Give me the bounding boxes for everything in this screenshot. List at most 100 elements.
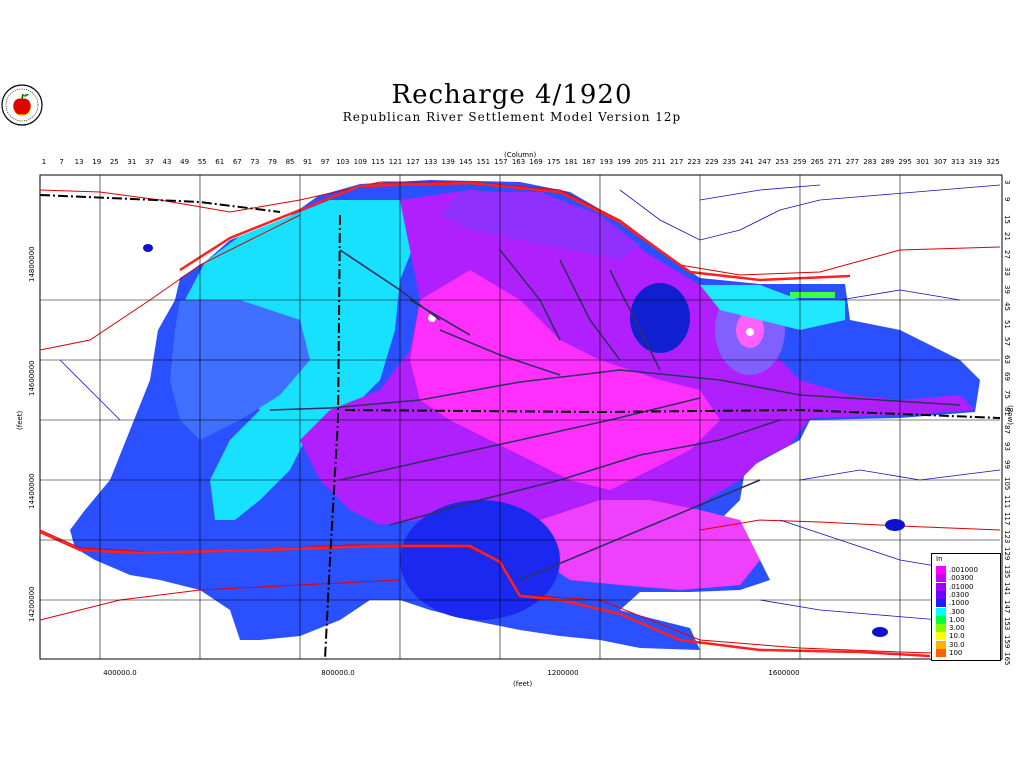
legend-item: .01000 bbox=[936, 582, 998, 591]
legend-swatch bbox=[936, 574, 946, 583]
row-tick: 9 bbox=[1003, 197, 1011, 202]
row-tick: 75 bbox=[1003, 389, 1011, 399]
column-tick: 277 bbox=[845, 158, 860, 166]
legend-item: 1.00 bbox=[936, 615, 998, 624]
column-tick: 121 bbox=[388, 158, 403, 166]
column-tick: 169 bbox=[529, 158, 543, 166]
column-tick: 193 bbox=[599, 158, 614, 166]
x-tick: 1600000 bbox=[768, 669, 800, 677]
reservoir-south bbox=[872, 627, 888, 637]
legend-item: .0300 bbox=[936, 590, 998, 599]
recharge-map bbox=[39, 174, 1003, 660]
column-tick: 217 bbox=[669, 158, 684, 166]
x-tick: 1200000 bbox=[547, 669, 579, 677]
column-tick: 313 bbox=[951, 158, 965, 166]
green-patch bbox=[790, 292, 835, 298]
legend-label: 10.0 bbox=[949, 632, 965, 641]
column-tick: 19 bbox=[92, 158, 102, 166]
column-tick: 109 bbox=[353, 158, 368, 166]
legend-item: 30.0 bbox=[936, 640, 998, 649]
row-tick: 123 bbox=[1003, 529, 1011, 543]
row-tick: 87 bbox=[1003, 424, 1011, 434]
row-tick: 69 bbox=[1003, 372, 1011, 382]
column-tick: 301 bbox=[916, 158, 930, 166]
axis-left-label: (feet) bbox=[16, 410, 24, 430]
row-tick: 165 bbox=[1003, 652, 1011, 666]
column-tick: 151 bbox=[476, 158, 491, 166]
column-tick: 7 bbox=[59, 158, 64, 166]
legend-item: .300 bbox=[936, 607, 998, 616]
column-tick: 283 bbox=[863, 158, 877, 166]
column-tick: 247 bbox=[757, 158, 772, 166]
column-tick: 271 bbox=[828, 158, 842, 166]
y-tick: 14600000 bbox=[28, 360, 36, 396]
legend-item: .001000 bbox=[936, 566, 998, 574]
column-tick: 253 bbox=[775, 158, 789, 166]
legend-label: .00300 bbox=[949, 574, 974, 583]
column-tick: 25 bbox=[109, 158, 119, 166]
row-tick: 153 bbox=[1003, 617, 1011, 631]
row-tick: 33 bbox=[1003, 267, 1011, 277]
column-tick: 133 bbox=[423, 158, 438, 166]
legend-swatch bbox=[936, 640, 946, 649]
legend-label: 100 bbox=[949, 649, 963, 657]
column-tick: 73 bbox=[250, 158, 260, 166]
legend-swatch bbox=[936, 632, 946, 641]
legend-label: .01000 bbox=[949, 582, 974, 591]
column-tick: 97 bbox=[320, 158, 330, 166]
column-tick: 103 bbox=[336, 158, 350, 166]
legend-label: 1.00 bbox=[949, 615, 965, 624]
column-tick: 139 bbox=[441, 158, 455, 166]
legend-label: .001000 bbox=[949, 566, 978, 574]
column-tick: 325 bbox=[986, 158, 1000, 166]
row-tick: 27 bbox=[1003, 249, 1011, 259]
row-tick: 63 bbox=[1003, 354, 1011, 364]
legend-item: 3.00 bbox=[936, 624, 998, 633]
y-tick: 14200000 bbox=[28, 586, 36, 622]
legend-swatch bbox=[936, 582, 946, 591]
legend-swatch bbox=[936, 615, 946, 624]
row-tick: 129 bbox=[1003, 547, 1011, 561]
column-tick: 31 bbox=[127, 158, 137, 166]
column-tick: 289 bbox=[880, 158, 895, 166]
row-tick: 57 bbox=[1003, 337, 1011, 347]
column-tick: 49 bbox=[180, 158, 190, 166]
darkblue-zone-north bbox=[630, 283, 690, 353]
column-tick: 67 bbox=[232, 158, 242, 166]
legend-swatch bbox=[936, 649, 946, 657]
column-tick: 157 bbox=[494, 158, 508, 166]
row-tick: 15 bbox=[1003, 214, 1011, 224]
row-tick: 159 bbox=[1003, 634, 1011, 648]
legend-label: .1000 bbox=[949, 599, 970, 608]
column-tick: 163 bbox=[511, 158, 526, 166]
column-tick: 127 bbox=[406, 158, 420, 166]
row-tick: 93 bbox=[1003, 442, 1011, 452]
column-tick: 235 bbox=[722, 158, 737, 166]
column-tick: 43 bbox=[162, 158, 172, 166]
row-tick: 21 bbox=[1003, 232, 1011, 242]
row-tick: 51 bbox=[1003, 319, 1011, 329]
column-tick: 145 bbox=[459, 158, 473, 166]
legend: In .001000.00300.01000.0300.1000.300 1.00… bbox=[931, 553, 1001, 661]
row-tick: 3 bbox=[1003, 180, 1011, 185]
row-tick: 39 bbox=[1003, 284, 1011, 294]
column-tick: 307 bbox=[933, 158, 947, 166]
x-tick: 400000.0 bbox=[103, 669, 137, 677]
column-tick: 229 bbox=[705, 158, 719, 166]
x-tick: 800000.0 bbox=[321, 669, 355, 677]
legend-item: 100 bbox=[936, 649, 998, 657]
column-tick: 1 bbox=[41, 158, 47, 166]
column-tick: 175 bbox=[546, 158, 561, 166]
column-tick: 115 bbox=[371, 158, 385, 166]
column-tick: 61 bbox=[215, 158, 225, 166]
legend-swatch bbox=[936, 624, 946, 633]
legend-item: .00300 bbox=[936, 574, 998, 583]
row-tick: 99 bbox=[1003, 459, 1011, 469]
column-tick: 223 bbox=[687, 158, 701, 166]
column-tick: 91 bbox=[303, 158, 313, 166]
legend-swatch bbox=[936, 599, 946, 608]
column-tick: 85 bbox=[285, 158, 295, 166]
column-tick: 205 bbox=[634, 158, 649, 166]
well-marker-east bbox=[746, 328, 754, 336]
row-tick: 147 bbox=[1003, 599, 1011, 613]
